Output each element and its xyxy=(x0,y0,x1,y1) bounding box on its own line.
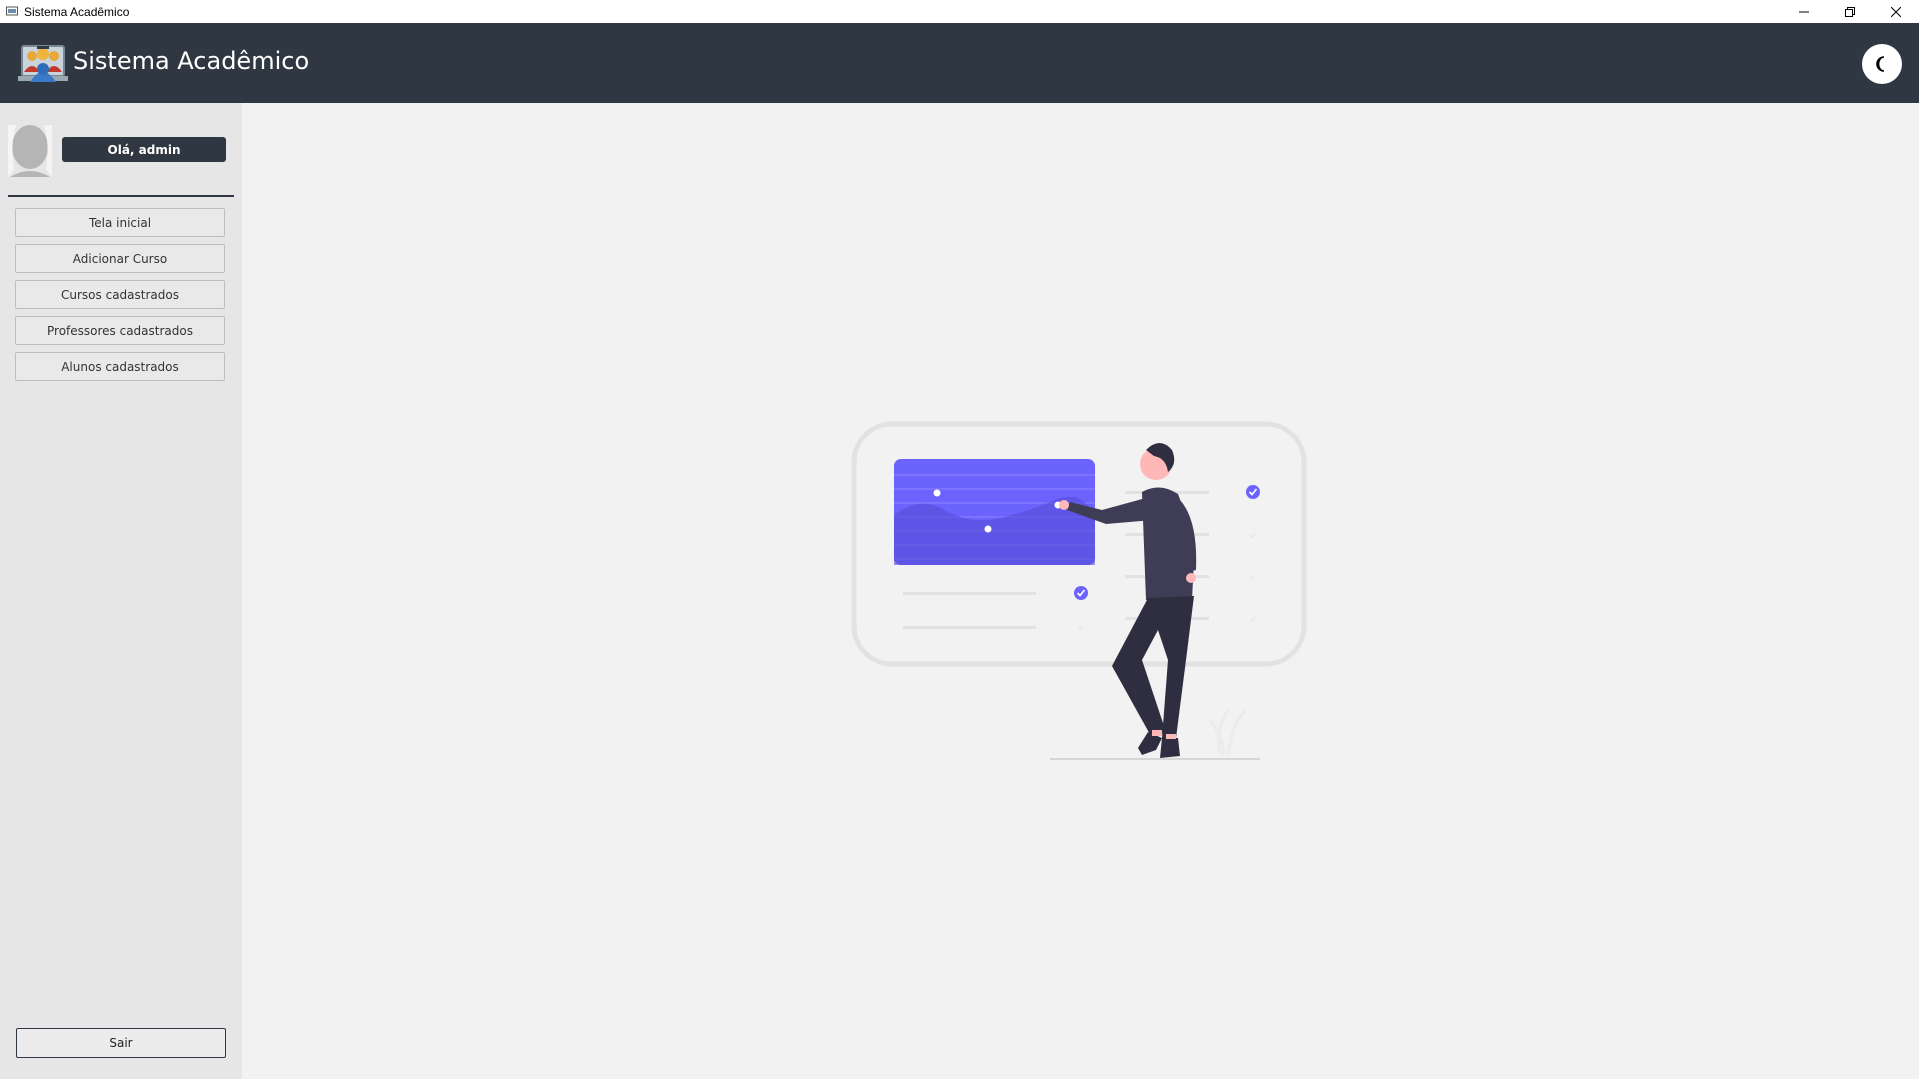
sidebar-item-cursos-cadastrados[interactable]: Cursos cadastrados xyxy=(15,280,225,309)
minimize-button[interactable] xyxy=(1781,0,1827,23)
app-icon xyxy=(6,6,18,16)
dashboard-illustration xyxy=(851,421,1307,760)
sidebar: Olá, admin Tela inicial Adicionar Curso … xyxy=(0,103,242,1079)
app-title: Sistema Acadêmico xyxy=(73,47,310,75)
greeting-label: Olá, admin xyxy=(62,137,226,162)
minimize-icon xyxy=(1799,11,1809,12)
sidebar-item-professores-cadastrados[interactable]: Professores cadastrados xyxy=(15,316,225,345)
sidebar-item-adicionar-curso[interactable]: Adicionar Curso xyxy=(15,244,225,273)
moon-icon xyxy=(1876,56,1885,72)
sidebar-divider xyxy=(8,195,234,197)
restore-button[interactable] xyxy=(1827,0,1873,23)
window-titlebar: Sistema Acadêmico xyxy=(0,0,1919,23)
close-button[interactable] xyxy=(1873,0,1919,23)
window-title: Sistema Acadêmico xyxy=(24,4,130,19)
theme-toggle-button[interactable] xyxy=(1862,44,1902,84)
restore-icon xyxy=(1845,6,1855,17)
sidebar-item-alunos-cadastrados[interactable]: Alunos cadastrados xyxy=(15,352,225,381)
logout-button[interactable]: Sair xyxy=(16,1028,226,1058)
sidebar-item-tela-inicial[interactable]: Tela inicial xyxy=(15,208,225,237)
academic-logo-icon xyxy=(18,45,68,82)
close-icon xyxy=(1891,6,1901,17)
app-header: Sistema Acadêmico xyxy=(0,23,1919,103)
avatar xyxy=(8,125,52,177)
